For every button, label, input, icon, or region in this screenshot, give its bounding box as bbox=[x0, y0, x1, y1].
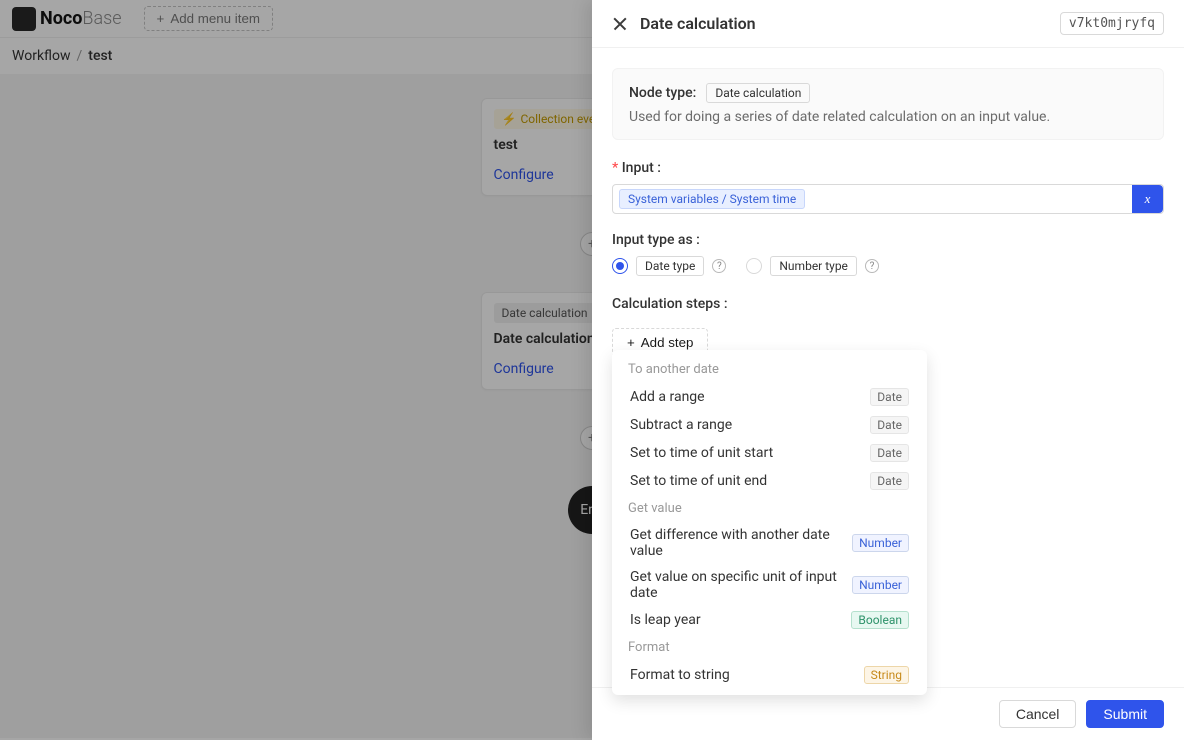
dd-unit-value[interactable]: Get value on specific unit of input date… bbox=[618, 564, 921, 606]
input-chip[interactable]: System variables / System time bbox=[619, 189, 805, 209]
dd-add-range[interactable]: Add a range Date bbox=[618, 383, 921, 411]
close-icon[interactable] bbox=[612, 16, 628, 32]
dd-badge-boolean: Boolean bbox=[851, 611, 909, 629]
step-dropdown: To another date Add a range Date Subtrac… bbox=[612, 350, 927, 687]
dd-leap-year[interactable]: Is leap year Boolean bbox=[618, 606, 921, 634]
dd-label: Is leap year bbox=[630, 612, 701, 628]
dd-format-string[interactable]: Format to string String bbox=[618, 661, 921, 687]
config-drawer: Date calculation v7kt0mjryfq Node type: … bbox=[592, 0, 1184, 740]
input-type-as-label: Input type as : bbox=[612, 232, 1164, 248]
node-type-desc: Used for doing a series of date related … bbox=[629, 109, 1147, 125]
dd-label: Get difference with another date value bbox=[630, 527, 852, 559]
dd-group-format: Format bbox=[618, 634, 921, 661]
info-box: Node type: Date calculation Used for doi… bbox=[612, 68, 1164, 140]
node-type-label: Node type: bbox=[629, 85, 696, 101]
dd-badge-number: Number bbox=[852, 576, 909, 594]
node-id: v7kt0mjryfq bbox=[1060, 12, 1164, 35]
submit-button[interactable]: Submit bbox=[1086, 700, 1164, 728]
plus-icon: + bbox=[627, 335, 635, 350]
input-field[interactable]: System variables / System time x bbox=[612, 184, 1164, 214]
input-label: Input : bbox=[612, 160, 1164, 176]
number-type-radio[interactable] bbox=[746, 258, 762, 274]
dd-badge-date: Date bbox=[870, 416, 909, 434]
dd-label: Set to time of unit start bbox=[630, 445, 773, 461]
dd-badge-date: Date bbox=[870, 388, 909, 406]
dd-unit-start[interactable]: Set to time of unit start Date bbox=[618, 439, 921, 467]
dd-badge-date: Date bbox=[870, 444, 909, 462]
dd-label: Set to time of unit end bbox=[630, 473, 767, 489]
cancel-button[interactable]: Cancel bbox=[999, 700, 1077, 728]
dd-badge-date: Date bbox=[870, 472, 909, 490]
help-icon[interactable]: ? bbox=[865, 259, 879, 273]
dd-group-to-date: To another date bbox=[618, 356, 921, 383]
dd-badge-number: Number bbox=[852, 534, 909, 552]
dd-subtract-range[interactable]: Subtract a range Date bbox=[618, 411, 921, 439]
number-type-tag: Number type bbox=[770, 256, 857, 276]
dd-label: Subtract a range bbox=[630, 417, 732, 433]
steps-label: Calculation steps : bbox=[612, 296, 1164, 312]
input-type-radio-group: Date type ? Number type ? bbox=[612, 256, 1164, 276]
dd-badge-string: String bbox=[864, 666, 909, 684]
dd-diff[interactable]: Get difference with another date value N… bbox=[618, 522, 921, 564]
dd-group-get-value: Get value bbox=[618, 495, 921, 522]
drawer-header: Date calculation v7kt0mjryfq bbox=[592, 0, 1184, 48]
dd-label: Format to string bbox=[630, 667, 730, 683]
date-type-tag: Date type bbox=[636, 256, 704, 276]
node-type-tag: Date calculation bbox=[706, 83, 810, 103]
dd-unit-end[interactable]: Set to time of unit end Date bbox=[618, 467, 921, 495]
drawer-title: Date calculation bbox=[640, 14, 1048, 33]
help-icon[interactable]: ? bbox=[712, 259, 726, 273]
add-step-label: Add step bbox=[641, 335, 694, 350]
variable-button[interactable]: x bbox=[1132, 185, 1163, 213]
drawer-body: Node type: Date calculation Used for doi… bbox=[592, 48, 1184, 687]
date-type-radio[interactable] bbox=[612, 258, 628, 274]
dd-label: Get value on specific unit of input date bbox=[630, 569, 852, 601]
dd-label: Add a range bbox=[630, 389, 705, 405]
